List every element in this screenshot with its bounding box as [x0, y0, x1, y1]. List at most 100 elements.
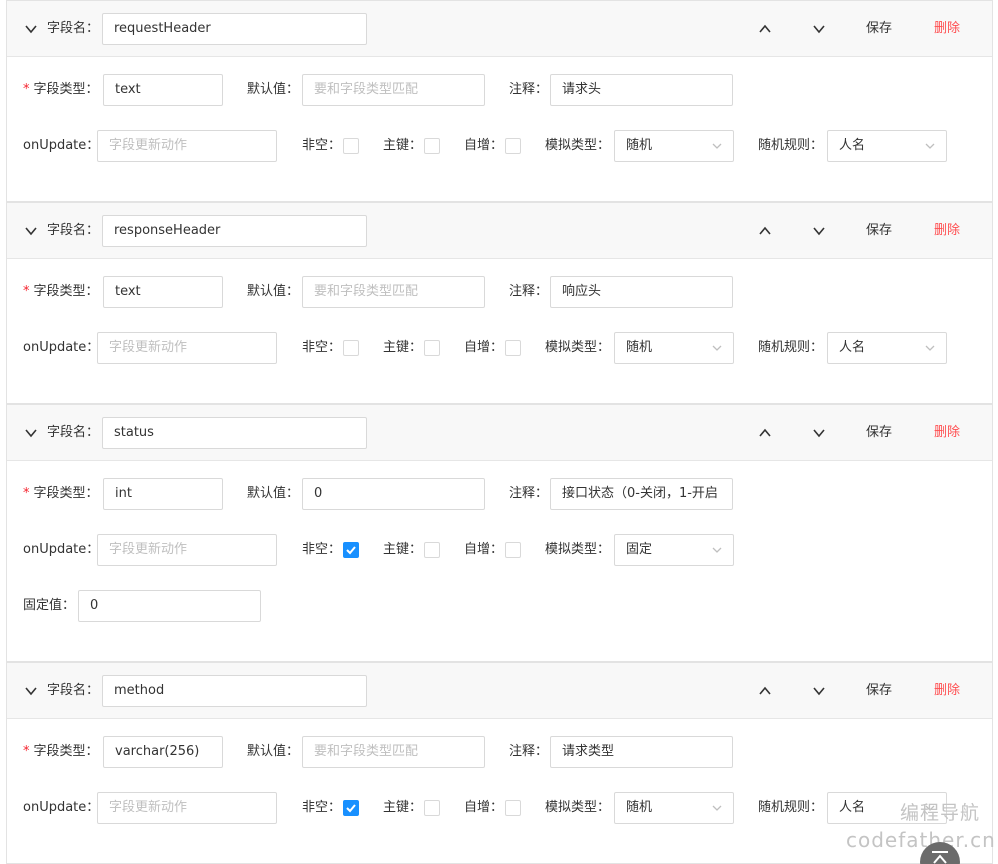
primary-key-checkbox[interactable] [424, 138, 440, 154]
on-update-label: onUpdate： [23, 800, 100, 815]
auto-increment-checkbox[interactable] [505, 138, 521, 154]
default-value-input[interactable]: 0 [302, 478, 485, 510]
default-value-label: 默认值： [247, 82, 300, 97]
not-null-label: 非空： [302, 800, 342, 815]
on-update-input[interactable]: 字段更新动作 [97, 534, 277, 566]
field-panel: 字段名： responseHeader 保存 删除 * 字段类型： text 默认… [6, 202, 993, 404]
field-type-input[interactable]: text [103, 74, 223, 106]
random-rule-label: 随机规则： [758, 800, 824, 815]
on-update-label: onUpdate： [23, 138, 100, 153]
field-panel-header: 字段名： status 保存 删除 [7, 405, 992, 461]
comment-label: 注释： [509, 284, 549, 299]
default-value-label: 默认值： [247, 744, 300, 759]
auto-increment-checkbox[interactable] [505, 542, 521, 558]
move-up-icon[interactable] [757, 21, 773, 37]
auto-increment-label: 自增： [464, 340, 504, 355]
comment-label: 注释： [509, 82, 549, 97]
random-rule-select[interactable]: 人名 [827, 332, 947, 364]
primary-key-checkbox[interactable] [424, 800, 440, 816]
comment-input[interactable]: 响应头 [550, 276, 733, 308]
primary-key-checkbox[interactable] [424, 542, 440, 558]
save-button[interactable]: 保存 [866, 680, 892, 702]
default-value-input[interactable]: 要和字段类型匹配 [302, 736, 485, 768]
default-value-label: 默认值： [247, 284, 300, 299]
field-type-label-text: 字段类型： [33, 284, 99, 299]
random-rule-value: 人名 [839, 800, 866, 815]
field-panel-header: 字段名： responseHeader 保存 删除 [7, 203, 992, 259]
move-down-icon[interactable] [811, 21, 827, 37]
move-down-icon[interactable] [811, 683, 827, 699]
not-null-label: 非空： [302, 542, 342, 557]
field-panel: 字段名： status 保存 删除 * 字段类型： int 默认值： 0 注释： … [6, 404, 993, 662]
delete-button[interactable]: 删除 [934, 18, 960, 40]
mock-type-label: 模拟类型： [545, 800, 611, 815]
mock-type-value: 随机 [626, 800, 653, 815]
not-null-checkbox[interactable] [343, 800, 359, 816]
random-rule-select[interactable]: 人名 [827, 130, 947, 162]
watermark-url: codefather.cn [846, 828, 996, 852]
auto-increment-checkbox[interactable] [505, 800, 521, 816]
comment-input[interactable]: 接口状态（0-关闭，1-开启 [550, 478, 733, 510]
comment-input[interactable]: 请求类型 [550, 736, 733, 768]
auto-increment-label: 自增： [464, 542, 504, 557]
select-arrow-icon [711, 544, 723, 556]
field-name-input[interactable]: responseHeader [102, 215, 367, 247]
delete-button[interactable]: 删除 [934, 680, 960, 702]
collapse-chevron-icon[interactable] [22, 424, 40, 442]
select-arrow-icon [711, 802, 723, 814]
field-name-input[interactable]: status [102, 417, 367, 449]
default-value-label: 默认值： [247, 486, 300, 501]
random-rule-label: 随机规则： [758, 138, 824, 153]
field-type-input[interactable]: text [103, 276, 223, 308]
primary-key-checkbox[interactable] [424, 340, 440, 356]
not-null-label: 非空： [302, 138, 342, 153]
select-arrow-icon [924, 140, 936, 152]
random-rule-label: 随机规则： [758, 340, 824, 355]
save-button[interactable]: 保存 [866, 422, 892, 444]
not-null-checkbox[interactable] [343, 340, 359, 356]
delete-button[interactable]: 删除 [934, 422, 960, 444]
mock-type-select[interactable]: 随机 [614, 792, 734, 824]
field-type-label-text: 字段类型： [33, 82, 99, 97]
field-name-label: 字段名： [47, 223, 100, 238]
mock-type-value: 随机 [626, 138, 653, 153]
collapse-chevron-icon[interactable] [22, 222, 40, 240]
mock-type-select[interactable]: 固定 [614, 534, 734, 566]
field-type-label: * 字段类型： [23, 80, 99, 100]
move-up-icon[interactable] [757, 683, 773, 699]
collapse-chevron-icon[interactable] [22, 682, 40, 700]
fixed-value-input[interactable]: 0 [78, 590, 261, 622]
save-button[interactable]: 保存 [866, 18, 892, 40]
field-name-input[interactable]: requestHeader [102, 13, 367, 45]
field-panel-header: 字段名： requestHeader 保存 删除 [7, 1, 992, 57]
save-button[interactable]: 保存 [866, 220, 892, 242]
field-type-input[interactable]: varchar(256) [103, 736, 223, 768]
field-type-label-text: 字段类型： [33, 744, 99, 759]
default-value-input[interactable]: 要和字段类型匹配 [302, 276, 485, 308]
move-up-icon[interactable] [757, 223, 773, 239]
auto-increment-checkbox[interactable] [505, 340, 521, 356]
random-rule-value: 人名 [839, 340, 866, 355]
move-down-icon[interactable] [811, 425, 827, 441]
select-arrow-icon [711, 140, 723, 152]
default-value-input[interactable]: 要和字段类型匹配 [302, 74, 485, 106]
field-name-input[interactable]: method [102, 675, 367, 707]
on-update-input[interactable]: 字段更新动作 [97, 130, 277, 162]
move-down-icon[interactable] [811, 223, 827, 239]
collapse-chevron-icon[interactable] [22, 20, 40, 38]
select-arrow-icon [711, 342, 723, 354]
mock-type-select[interactable]: 随机 [614, 130, 734, 162]
mock-type-select[interactable]: 随机 [614, 332, 734, 364]
required-mark: * [23, 284, 30, 299]
field-type-label: * 字段类型： [23, 282, 99, 302]
not-null-checkbox[interactable] [343, 542, 359, 558]
delete-button[interactable]: 删除 [934, 220, 960, 242]
field-type-input[interactable]: int [103, 478, 223, 510]
field-panel: 字段名： requestHeader 保存 删除 * 字段类型： text 默认值… [6, 0, 993, 202]
comment-input[interactable]: 请求头 [550, 74, 733, 106]
not-null-checkbox[interactable] [343, 138, 359, 154]
on-update-input[interactable]: 字段更新动作 [97, 792, 277, 824]
field-name-label: 字段名： [47, 425, 100, 440]
on-update-input[interactable]: 字段更新动作 [97, 332, 277, 364]
move-up-icon[interactable] [757, 425, 773, 441]
